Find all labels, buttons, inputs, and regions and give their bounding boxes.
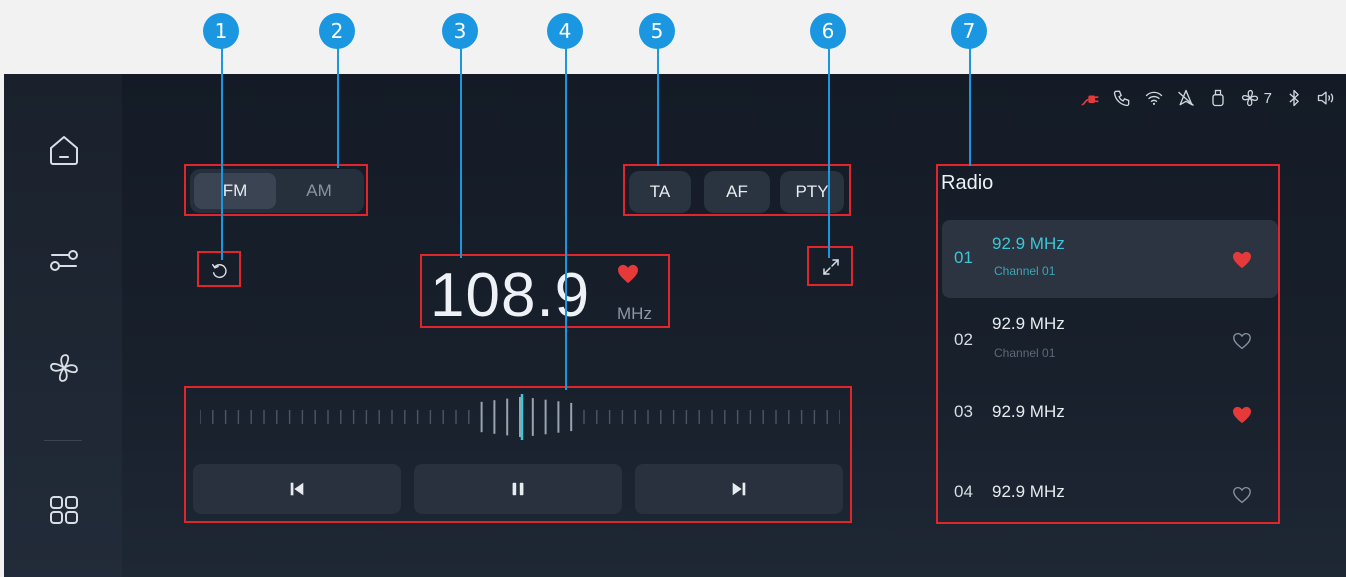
refresh-icon	[211, 263, 227, 279]
charging-plug-icon	[1081, 95, 1098, 106]
fan-icon[interactable]	[46, 350, 82, 386]
callout-line-1	[221, 48, 223, 260]
fan-speed-icon	[1241, 89, 1258, 107]
station-row-03[interactable]: 03 92.9 MHz	[942, 380, 1278, 458]
favorite-heart-icon[interactable]	[617, 264, 639, 284]
volume-icon	[1317, 91, 1334, 105]
station-channel: Channel 01	[994, 264, 1056, 278]
next-button[interactable]	[635, 464, 843, 514]
apps-grid-icon[interactable]	[46, 492, 82, 528]
callout-line-5	[657, 48, 659, 166]
favorite-heart-icon[interactable]	[1232, 251, 1252, 269]
frequency-unit: MHz	[617, 304, 652, 323]
favorite-heart-outline-icon[interactable]	[1232, 332, 1252, 350]
skip-next-icon	[732, 482, 746, 496]
pause-icon	[512, 482, 524, 496]
wifi-icon	[1145, 91, 1162, 105]
callout-6: 6	[810, 13, 846, 49]
status-bar: 7	[1080, 88, 1336, 108]
favorite-heart-icon[interactable]	[1232, 406, 1252, 424]
station-number: 01	[954, 248, 973, 267]
tuning-scale[interactable]	[200, 392, 840, 442]
home-icon[interactable]	[46, 132, 82, 168]
sidebar-divider	[44, 440, 82, 441]
bluetooth-icon	[1289, 89, 1299, 107]
station-number: 04	[954, 482, 973, 501]
station-row-01[interactable]: 01 92.9 MHz Channel 01	[942, 220, 1278, 298]
callout-3: 3	[442, 13, 478, 49]
callout-line-6	[828, 48, 830, 258]
station-frequency: 92.9 MHz	[992, 482, 1065, 501]
callout-1: 1	[203, 13, 239, 49]
station-frequency: 92.9 MHz	[992, 402, 1065, 421]
band-fm-button[interactable]: FM	[194, 173, 276, 209]
fullscreen-button[interactable]	[811, 250, 851, 284]
callout-line-4	[565, 48, 567, 390]
station-number: 02	[954, 330, 973, 349]
radio-list-title: Radio	[941, 172, 994, 194]
station-channel: Channel 01	[994, 346, 1056, 360]
page: 1 2 3 4 5 6 7 7 FM AM TA AF PTY 108.9 MH…	[0, 0, 1346, 577]
phone-icon	[1113, 90, 1129, 107]
station-row-04[interactable]: 04 92.9 MHz	[942, 460, 1278, 538]
ta-button[interactable]: TA	[629, 171, 691, 213]
band-am-button[interactable]: AM	[278, 173, 360, 209]
usb-icon	[1211, 89, 1224, 107]
callout-7: 7	[951, 13, 987, 49]
fan-level: 7	[1263, 89, 1272, 107]
station-number: 03	[954, 402, 973, 421]
station-frequency: 92.9 MHz	[992, 234, 1065, 253]
callout-4: 4	[547, 13, 583, 49]
radio-screen: 7 FM AM TA AF PTY 108.9 MHz Radio 01 92.…	[4, 74, 1346, 577]
previous-button[interactable]	[193, 464, 401, 514]
callout-2: 2	[319, 13, 355, 49]
station-row-02[interactable]: 02 92.9 MHz Channel 01	[942, 300, 1278, 378]
band-selector: FM AM	[190, 169, 364, 213]
af-button[interactable]: AF	[704, 171, 770, 213]
sidebar	[4, 74, 122, 577]
navigation-off-icon	[1177, 89, 1194, 106]
callout-line-7	[969, 48, 971, 166]
pause-button[interactable]	[414, 464, 622, 514]
settings-sliders-icon[interactable]	[46, 242, 82, 278]
refresh-button[interactable]	[202, 256, 236, 286]
callout-line-3	[460, 48, 462, 258]
pty-button[interactable]: PTY	[780, 171, 844, 213]
callout-line-2	[337, 48, 339, 168]
station-frequency: 92.9 MHz	[992, 314, 1065, 333]
favorite-heart-outline-icon[interactable]	[1232, 486, 1252, 504]
skip-previous-icon	[290, 482, 304, 496]
callout-5: 5	[639, 13, 675, 49]
expand-icon	[823, 259, 839, 275]
